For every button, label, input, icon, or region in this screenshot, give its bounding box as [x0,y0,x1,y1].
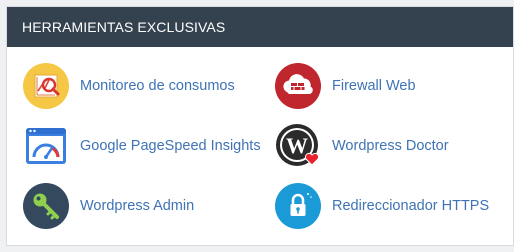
panel-title: HERRAMIENTAS EXCLUSIVAS [7,7,513,47]
tool-wordpress-admin[interactable]: Wordpress Admin [23,183,194,229]
tool-label: Firewall Web [332,78,416,94]
tool-redireccionador-https[interactable]: Redireccionador HTTPS [275,183,489,229]
tool-label: Wordpress Doctor [332,138,449,154]
wordpress-heart-icon: W [275,123,321,169]
padlock-icon [275,183,321,229]
tool-google-pagespeed[interactable]: Google PageSpeed Insights [23,123,261,169]
tool-label: Monitoreo de consumos [80,78,235,94]
svg-text:W: W [286,133,308,158]
tool-firewall-web[interactable]: Firewall Web [275,63,416,109]
tool-label: Wordpress Admin [80,198,195,214]
tool-monitoreo-consumos[interactable]: Monitoreo de consumos [23,63,235,109]
tools-grid: Monitoreo de consumos Firewall Web Googl… [7,47,513,245]
tool-label: Google PageSpeed Insights [80,138,261,154]
pagespeed-gauge-icon [23,123,69,169]
key-icon [23,183,69,229]
exclusive-tools-panel: HERRAMIENTAS EXCLUSIVAS Monitoreo de con… [6,6,514,246]
chart-magnifier-icon [23,63,69,109]
tool-wordpress-doctor[interactable]: W Wordpress Doctor [275,123,449,169]
firewall-cloud-icon [275,63,321,109]
tool-label: Redireccionador HTTPS [332,198,490,214]
